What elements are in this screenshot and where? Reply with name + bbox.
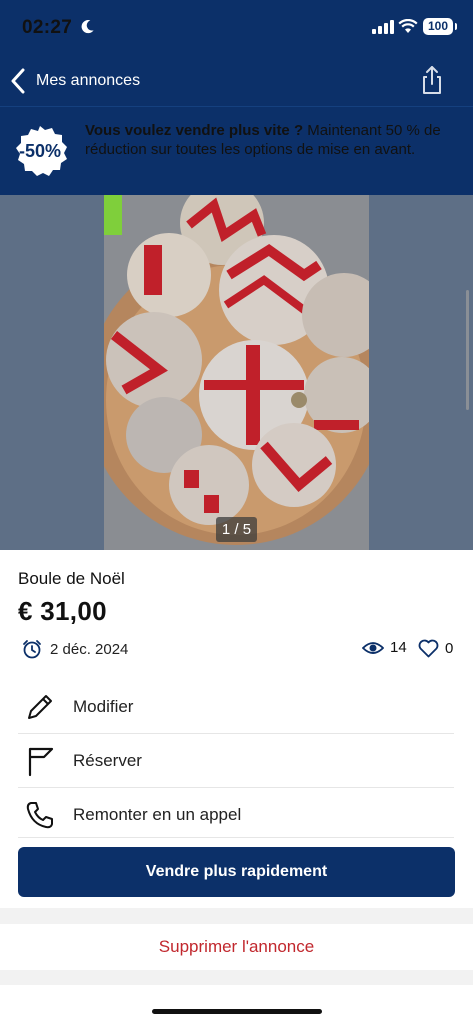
promo-bold: Vous voulez vendre plus vite ?	[85, 122, 304, 139]
pencil-icon	[24, 691, 56, 723]
delete-listing-button[interactable]: Supprimer l'annonce	[0, 924, 473, 970]
share-icon[interactable]	[418, 64, 446, 96]
views-count: 14	[362, 639, 407, 656]
action-modify-label: Modifier	[73, 696, 134, 716]
clock-icon	[23, 640, 41, 659]
back-label: Mes annonces	[36, 72, 141, 89]
battery-tip	[455, 23, 457, 30]
action-reserve[interactable]: Réserver	[18, 734, 454, 787]
sell-faster-button[interactable]: Vendre plus rapidement	[18, 847, 455, 897]
action-bump[interactable]: Remonter en un appel	[18, 788, 454, 841]
listing-price: € 31,00	[18, 596, 107, 626]
signal-icon	[372, 20, 394, 34]
promo-text: Vous voulez vendre plus vite ? Maintenan…	[85, 121, 445, 159]
likes-value: 0	[445, 640, 454, 657]
photo-counter: 1 / 5	[216, 517, 257, 542]
eye-icon	[362, 641, 384, 654]
chevron-left-icon	[11, 68, 25, 94]
discount-badge-text: -50%	[19, 141, 61, 161]
back-button[interactable]: Mes annonces	[10, 66, 140, 96]
listing-photo[interactable]	[104, 195, 369, 550]
listing-date: 2 déc. 2024	[50, 640, 129, 658]
listing-title: Boule de Noël	[18, 569, 125, 588]
divider	[18, 837, 454, 838]
action-modify[interactable]: Modifier	[18, 680, 454, 733]
wifi-icon	[398, 19, 418, 33]
discount-badge-icon: -50%	[16, 126, 67, 176]
likes-count: 0	[418, 639, 453, 658]
moon-icon	[81, 20, 94, 34]
bottom-bar	[0, 985, 473, 1024]
flag-icon	[24, 745, 56, 777]
heart-icon	[418, 639, 439, 658]
battery-indicator: 100	[423, 18, 453, 35]
action-reserve-label: Réserver	[73, 750, 142, 770]
views-value: 14	[390, 639, 407, 656]
home-indicator[interactable]	[152, 1009, 322, 1014]
date-row: 2 déc. 2024	[22, 639, 128, 659]
status-time: 02:27	[22, 17, 73, 38]
scroll-indicator	[466, 290, 469, 410]
phone-icon	[24, 799, 56, 831]
action-bump-label: Remonter en un appel	[73, 804, 242, 824]
